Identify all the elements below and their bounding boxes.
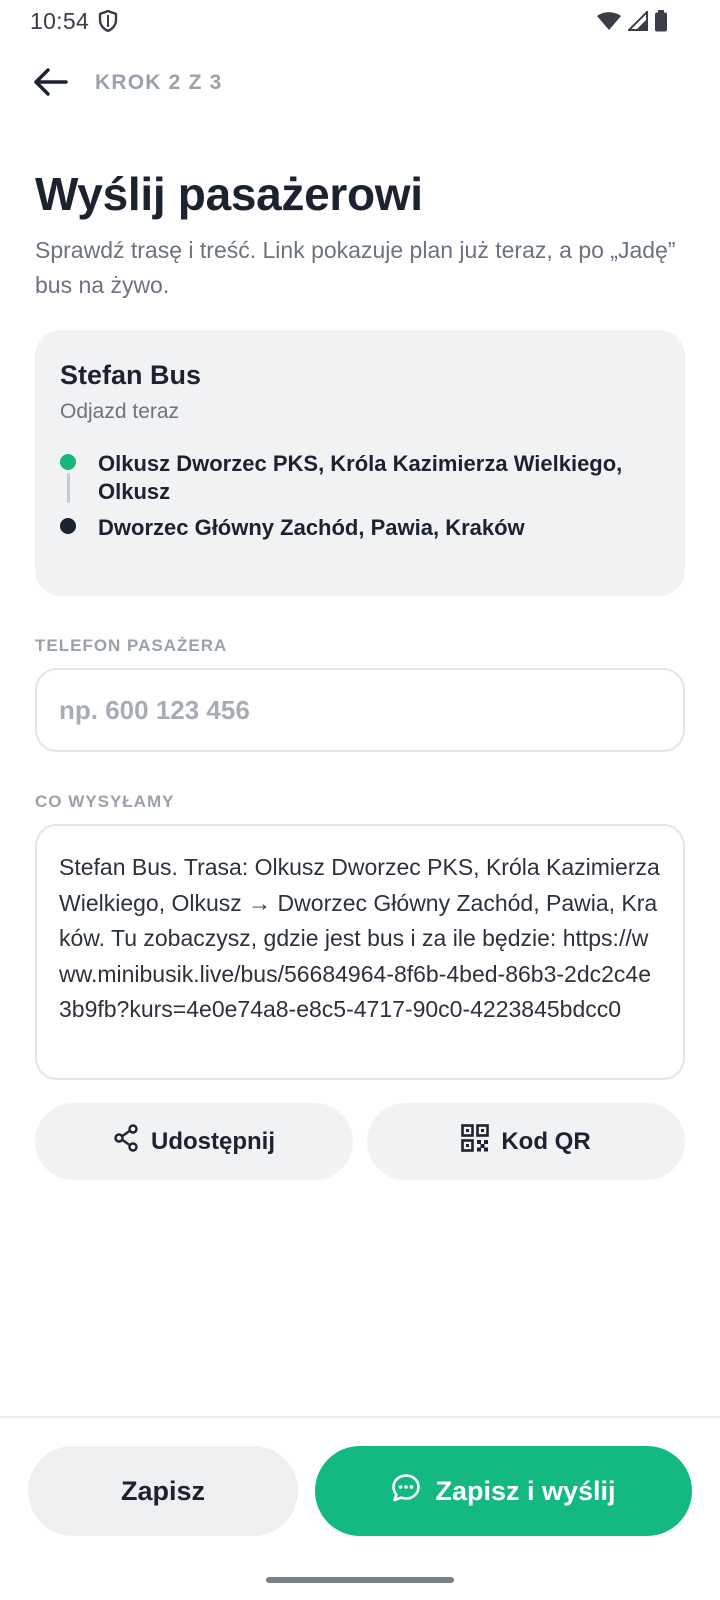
route-destination: Dworzec Główny Zachód, Pawia, Kraków	[60, 514, 673, 542]
home-indicator[interactable]	[266, 1577, 454, 1583]
save-and-send-label: Zapisz i wyślij	[435, 1475, 616, 1506]
step-indicator: KROK 2 Z 3	[95, 71, 223, 94]
chat-bubble-icon	[391, 1473, 421, 1510]
bottom-divider	[0, 1416, 720, 1418]
message-text[interactable]: Stefan Bus. Trasa: Olkusz Dworzec PKS, K…	[35, 824, 685, 1080]
phone-input[interactable]	[35, 668, 685, 752]
arrow-left-icon	[32, 67, 68, 102]
wifi-icon	[596, 11, 622, 36]
phone-label: TELEFON PASAŻERA	[35, 636, 228, 655]
status-icons	[596, 9, 668, 37]
destination-dot	[60, 518, 76, 534]
message-label: CO WYSYŁAMY	[35, 792, 175, 811]
signal-icon	[626, 9, 648, 36]
route-origin: Olkusz Dworzec PKS, Króla Kazimierza Wie…	[60, 450, 673, 506]
share-icon	[113, 1124, 139, 1159]
origin-name: Olkusz Dworzec PKS, Króla Kazimierza Wie…	[98, 451, 623, 504]
back-button[interactable]	[30, 64, 70, 104]
status-time: 10:54	[30, 8, 90, 34]
save-and-send-button[interactable]: Zapisz i wyślij	[315, 1446, 692, 1536]
route-card: Stefan Bus Odjazd teraz Olkusz Dworzec P…	[35, 330, 685, 596]
save-label: Zapisz	[120, 1475, 206, 1506]
share-label: Udostępnij	[151, 1127, 275, 1155]
save-button[interactable]: Zapisz	[28, 1446, 298, 1536]
page-subtitle: Sprawdź trasę i treść. Link pokazuje pla…	[35, 237, 676, 298]
route-operator: Stefan Bus	[60, 360, 202, 390]
battery-icon	[654, 10, 668, 37]
qr-code-label: Kod QR	[501, 1127, 591, 1155]
status-bar: 10:54	[0, 0, 720, 44]
origin-dot	[60, 454, 76, 470]
destination-name: Dworzec Główny Zachód, Pawia, Kraków	[98, 515, 525, 540]
route-departure: Odjazd teraz	[60, 400, 180, 423]
qr-code-button[interactable]: Kod QR	[367, 1103, 685, 1180]
shield-icon	[98, 9, 118, 37]
share-button[interactable]: Udostępnij	[35, 1103, 353, 1180]
page-title: Wyślij pasażerowi	[35, 168, 423, 220]
qr-code-icon	[461, 1124, 490, 1159]
